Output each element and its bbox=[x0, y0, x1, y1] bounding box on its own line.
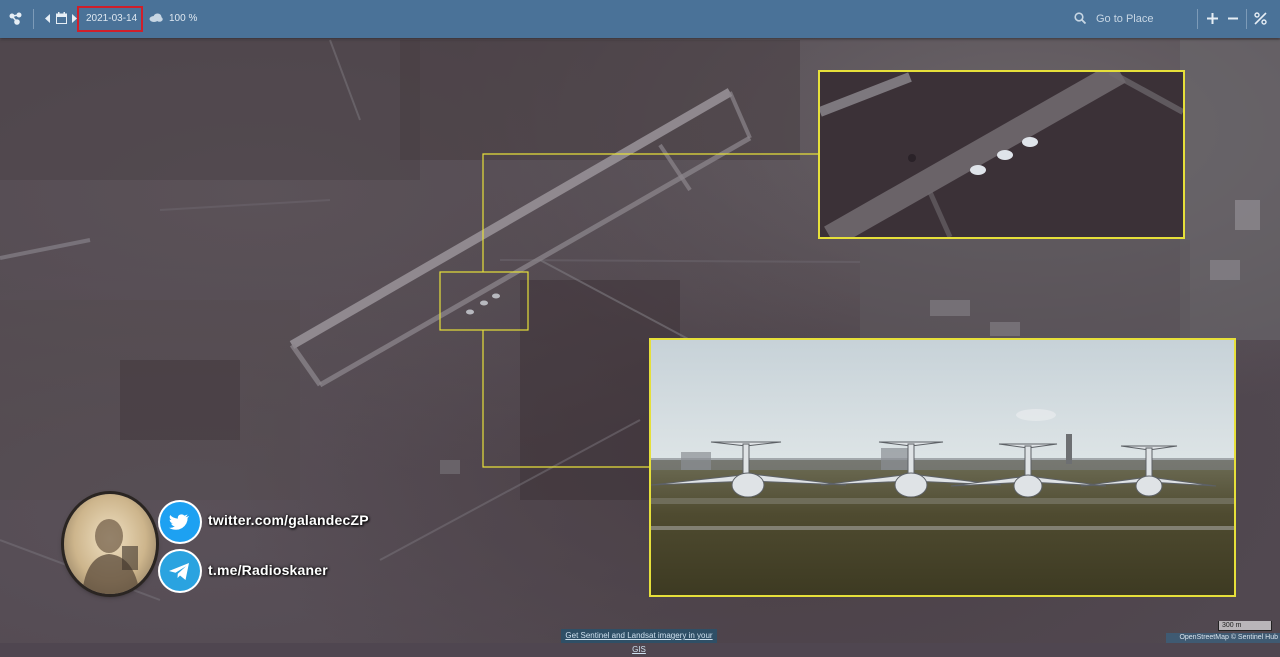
calendar-icon[interactable] bbox=[56, 12, 67, 24]
caret-left-icon[interactable] bbox=[45, 14, 51, 23]
ground-photo-inset bbox=[649, 338, 1236, 597]
photo-aircraft bbox=[651, 409, 1234, 530]
twitter-icon[interactable] bbox=[160, 502, 200, 542]
zoom-inset-scene bbox=[820, 72, 1183, 237]
scale-bar: 300 m bbox=[1218, 621, 1272, 631]
avatar bbox=[64, 494, 156, 594]
promo-link[interactable]: Get Sentinel and Landsat imagery in your… bbox=[561, 629, 717, 654]
search-input[interactable]: Go to Place bbox=[1096, 13, 1153, 25]
telegram-handle[interactable]: t.me/Radioskaner bbox=[208, 562, 328, 578]
toolbar-divider bbox=[33, 9, 34, 29]
date-highlight-box bbox=[77, 6, 143, 32]
minus-icon[interactable] bbox=[1228, 13, 1238, 24]
cloud-icon[interactable] bbox=[149, 13, 163, 22]
twitter-handle[interactable]: twitter.com/galandecZP bbox=[208, 512, 369, 528]
toolbar-divider bbox=[1246, 9, 1247, 29]
search-icon[interactable] bbox=[1074, 12, 1086, 24]
zoom-inset-satellite bbox=[818, 70, 1185, 239]
map-attribution[interactable]: OpenStreetMap © Sentinel Hub bbox=[1166, 633, 1280, 643]
toolbar-divider bbox=[1197, 9, 1198, 29]
plus-icon[interactable] bbox=[1207, 13, 1218, 24]
tools-icon[interactable] bbox=[1254, 12, 1267, 25]
share-nodes-icon[interactable] bbox=[9, 12, 23, 26]
telegram-icon[interactable] bbox=[160, 551, 200, 591]
top-toolbar: 2021-03-14 100 % Go to Place bbox=[0, 0, 1280, 38]
cloud-coverage-value[interactable]: 100 % bbox=[169, 13, 197, 24]
